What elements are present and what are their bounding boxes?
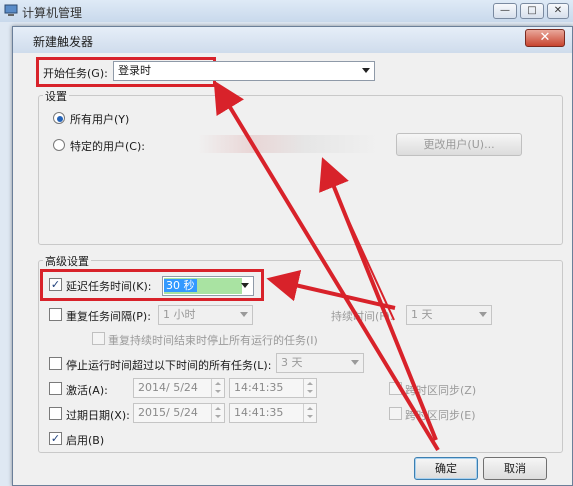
dialog-title: 新建触发器 bbox=[33, 35, 94, 49]
chevron-down-icon bbox=[351, 360, 359, 365]
enabled-checkbox[interactable]: ✓ bbox=[49, 432, 62, 445]
activate-label: 激活(A): bbox=[66, 384, 108, 397]
expire-label: 过期日期(X): bbox=[66, 409, 130, 422]
repeat-interval-value: 1 小时 bbox=[163, 308, 196, 321]
repeat-task-checkbox[interactable] bbox=[49, 308, 62, 321]
chevron-down-icon bbox=[241, 283, 249, 288]
minimize-button[interactable]: — bbox=[493, 3, 517, 19]
activate-sync-label: 跨时区同步(Z) bbox=[405, 384, 477, 397]
specific-user-label: 特定的用户(C): bbox=[70, 140, 145, 153]
spin-arrows-icon bbox=[303, 379, 316, 397]
expire-sync-label: 跨时区同步(E) bbox=[405, 409, 476, 422]
activate-sync-checkbox[interactable] bbox=[389, 382, 402, 395]
stop-longer-combo[interactable]: 3 天 bbox=[276, 353, 364, 373]
maximize-button[interactable]: □ bbox=[520, 3, 544, 19]
expire-date-field[interactable]: 2015/ 5/24 bbox=[133, 403, 225, 423]
ok-button[interactable]: 确定 bbox=[414, 457, 478, 480]
activate-date-field[interactable]: 2014/ 5/24 bbox=[133, 378, 225, 398]
begin-task-value: 登录时 bbox=[118, 64, 151, 77]
expire-checkbox[interactable] bbox=[49, 407, 62, 420]
all-users-radio[interactable] bbox=[53, 112, 65, 124]
begin-task-combo[interactable]: 登录时 bbox=[113, 61, 375, 81]
chevron-down-icon bbox=[240, 312, 248, 317]
cancel-button[interactable]: 取消 bbox=[483, 457, 547, 480]
delay-task-label: 延迟任务时间(K): bbox=[66, 280, 152, 293]
activate-time-value: 14:41:35 bbox=[234, 381, 284, 394]
parent-window-title: 计算机管理 bbox=[22, 6, 83, 20]
activate-time-field[interactable]: 14:41:35 bbox=[229, 378, 317, 398]
delay-task-checkbox[interactable]: ✓ bbox=[49, 278, 62, 291]
settings-group-title: 设置 bbox=[43, 88, 69, 104]
redacted-user-name bbox=[198, 135, 378, 153]
expire-sync-checkbox[interactable] bbox=[389, 407, 402, 420]
repeat-interval-combo[interactable]: 1 小时 bbox=[158, 305, 253, 325]
advanced-group-title: 高级设置 bbox=[43, 253, 91, 269]
chevron-down-icon bbox=[479, 312, 487, 317]
stop-at-end-checkbox[interactable] bbox=[92, 332, 105, 345]
delay-task-value: 30 秒 bbox=[164, 279, 197, 292]
dialog-close-button[interactable]: ✕ bbox=[525, 29, 565, 47]
repeat-task-label: 重复任务间隔(P): bbox=[66, 310, 151, 323]
parent-title-bar: 计算机管理 — □ ✕ bbox=[0, 0, 573, 22]
activate-checkbox[interactable] bbox=[49, 382, 62, 395]
duration-label: 持续时间(F): bbox=[331, 310, 394, 323]
computer-management-icon bbox=[4, 4, 18, 16]
delay-task-combo[interactable]: 30 秒 bbox=[162, 276, 254, 296]
spin-arrows-icon bbox=[211, 404, 224, 422]
new-trigger-dialog: 新建触发器 ✕ 开始任务(G): 登录时 设置 所有用户(Y) 特定的用户(C)… bbox=[12, 26, 573, 486]
stop-at-end-label: 重复持续时间结束时停止所有运行的任务(I) bbox=[108, 334, 318, 347]
expire-date-value: 2015/ 5/24 bbox=[138, 406, 198, 419]
chevron-down-icon bbox=[362, 68, 370, 73]
specific-user-radio[interactable] bbox=[53, 139, 65, 151]
delay-value-highlight: 30 秒 bbox=[164, 278, 242, 294]
change-user-button[interactable]: 更改用户(U)... bbox=[396, 133, 522, 156]
duration-value: 1 天 bbox=[411, 308, 433, 321]
stop-longer-checkbox[interactable] bbox=[49, 357, 62, 370]
begin-task-label: 开始任务(G): bbox=[43, 67, 108, 80]
stop-longer-label: 停止运行时间超过以下时间的所有任务(L): bbox=[66, 359, 272, 372]
spin-arrows-icon bbox=[303, 404, 316, 422]
enabled-label: 启用(B) bbox=[66, 434, 105, 447]
parent-close-button[interactable]: ✕ bbox=[547, 3, 569, 19]
spin-arrows-icon bbox=[211, 379, 224, 397]
expire-time-value: 14:41:35 bbox=[234, 406, 284, 419]
stop-longer-value: 3 天 bbox=[281, 356, 303, 369]
duration-combo[interactable]: 1 天 bbox=[406, 305, 492, 325]
expire-time-field[interactable]: 14:41:35 bbox=[229, 403, 317, 423]
dialog-title-bar: 新建触发器 ✕ bbox=[13, 27, 572, 53]
activate-date-value: 2014/ 5/24 bbox=[138, 381, 198, 394]
all-users-label: 所有用户(Y) bbox=[70, 113, 130, 126]
